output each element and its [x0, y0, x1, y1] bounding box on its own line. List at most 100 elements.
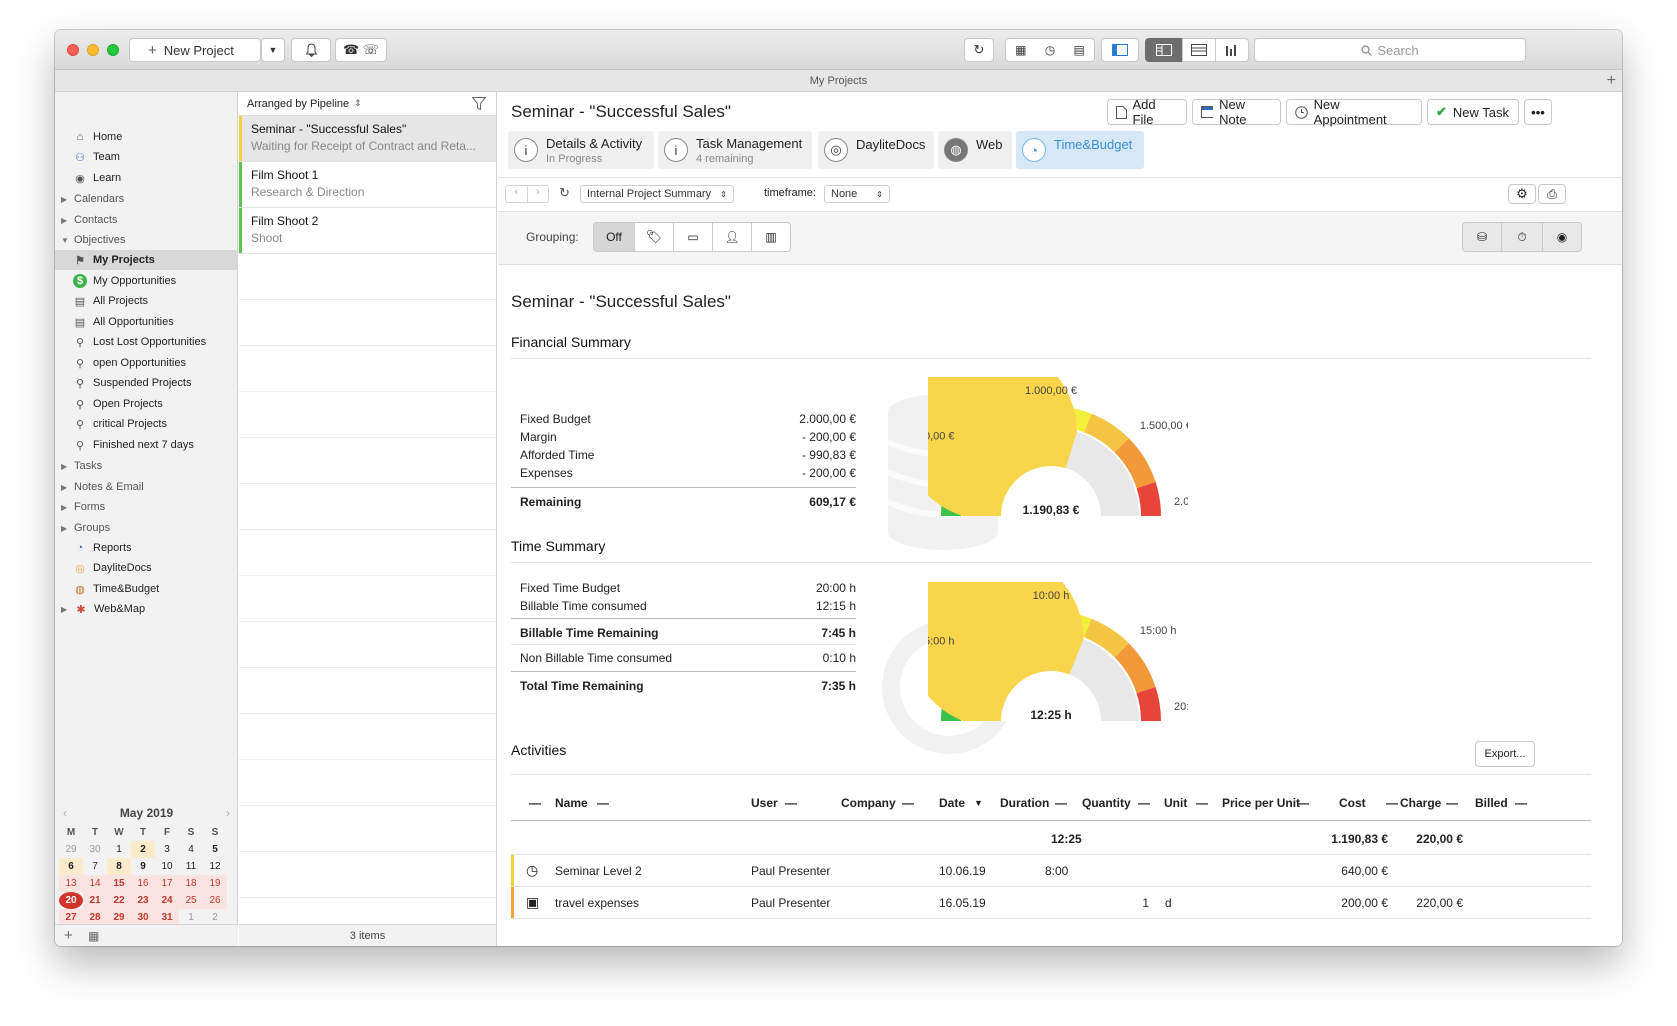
column-resize-handle-icon[interactable]: — [1138, 796, 1150, 810]
column-header[interactable]: Quantity [1082, 796, 1131, 810]
disclosure-closed-icon[interactable]: ▶ [61, 605, 69, 614]
reload-icon[interactable]: ↻ [559, 185, 570, 201]
column-resize-handle-icon[interactable]: — [1196, 796, 1208, 810]
tab-task-management[interactable]: i Task Management 4 remaining [658, 131, 812, 169]
sidebar-item-tasks[interactable]: ▶ Tasks [55, 456, 238, 476]
calendar-icon[interactable]: ▦ [1015, 43, 1026, 57]
disclosure-closed-icon[interactable]: ▶ [61, 483, 69, 492]
sidebar-item-contacts[interactable]: ▶ Contacts [55, 210, 238, 230]
tab-time-budget[interactable]: ◔ Time&Budget [1016, 131, 1144, 169]
column-header[interactable]: User [751, 796, 778, 810]
sidebar-item-all-opportunities[interactable]: ▤ All Opportunities [55, 312, 238, 332]
list-item[interactable]: Film Shoot 1 Research & Direction [239, 162, 496, 208]
column-resize-handle-icon[interactable]: — [1055, 796, 1067, 810]
column-header[interactable]: Duration [1000, 796, 1049, 810]
calendar-day[interactable]: 26 [203, 892, 227, 909]
disclosure-closed-icon[interactable]: ▶ [61, 462, 69, 471]
calendar-day[interactable]: 23 [131, 892, 155, 909]
docs-icon[interactable]: ▤ [1073, 43, 1084, 57]
calendar-day[interactable]: 8 [107, 858, 131, 875]
tab-daylitedocs[interactable]: ◎ DayliteDocs [818, 131, 934, 169]
sidebar-item-groups[interactable]: ▶ Groups [55, 518, 238, 538]
new-project-button[interactable]: + New Project [129, 38, 261, 62]
sidebar-item-web-map[interactable]: ▶ ✱ Web&Map [55, 599, 238, 619]
grouping-off-button[interactable]: Off [594, 223, 635, 251]
calendar-day[interactable]: 3 [155, 841, 179, 858]
sidebar-item-open-opportunities[interactable]: ⚲ open Opportunities [55, 353, 238, 373]
calendar-day[interactable]: 21 [83, 892, 107, 909]
search-field[interactable]: Search [1254, 38, 1526, 62]
tab-details-activity[interactable]: i Details & Activity In Progress [508, 131, 654, 169]
column-header[interactable]: Date [939, 796, 965, 810]
sidebar-item-finished-next-7-days[interactable]: ⚲ Finished next 7 days [55, 435, 238, 455]
calendar-day[interactable]: 6 [59, 858, 83, 875]
column-resize-handle-icon[interactable]: — [1297, 796, 1309, 810]
add-tab-icon[interactable]: + [1607, 70, 1616, 92]
calendar-day[interactable]: 12 [203, 858, 227, 875]
calendar-day[interactable]: 30 [83, 841, 107, 858]
list-item[interactable]: Film Shoot 2 Shoot [239, 208, 496, 254]
calendar-day[interactable]: 17 [155, 875, 179, 892]
sidebar-item-team[interactable]: ⚇ Team [55, 147, 238, 167]
calendar-prev-icon[interactable]: ‹ [63, 806, 67, 820]
calendar-day[interactable]: 15 [107, 875, 131, 892]
money-view-button[interactable]: ⛁ [1462, 222, 1502, 252]
disclosure-closed-icon[interactable]: ▶ [61, 503, 69, 512]
sync-button[interactable]: ↻ [964, 38, 994, 62]
sidebar-item-objectives[interactable]: ▼ Objectives [55, 230, 238, 250]
export-button[interactable]: Export... [1475, 741, 1535, 767]
calendar-day[interactable]: 9 [131, 858, 155, 875]
arranged-by-label[interactable]: Arranged by Pipeline [247, 98, 349, 110]
calendar-day[interactable]: 19 [203, 875, 227, 892]
time-view-button[interactable]: ⏱︎ [1501, 222, 1543, 252]
sort-descending-icon[interactable]: ▼ [974, 798, 983, 808]
sidebar-item-lost-lost-opportunities[interactable]: ⚲ Lost Lost Opportunities [55, 332, 238, 352]
forward-icon[interactable]: › [528, 186, 549, 202]
view-detail-button[interactable] [1145, 38, 1183, 62]
notifications-button[interactable] [291, 38, 331, 62]
column-resize-handle-icon[interactable]: — [1515, 796, 1527, 810]
column-header[interactable]: Unit [1164, 796, 1187, 810]
calendar-day[interactable]: 4 [179, 841, 203, 858]
add-icon[interactable]: + [64, 927, 73, 944]
sidebar-item-suspended-projects[interactable]: ⚲ Suspended Projects [55, 373, 238, 393]
disclosure-closed-icon[interactable]: ▶ [61, 195, 69, 204]
calendar-day[interactable]: 25 [179, 892, 203, 909]
calendar-day[interactable]: 1 [107, 841, 131, 858]
sidebar-item-my-projects[interactable]: ⚑ My Projects [55, 250, 238, 270]
disclosure-closed-icon[interactable]: ▶ [61, 524, 69, 533]
column-resize-handle-icon[interactable]: — [597, 796, 609, 810]
calendar-day[interactable]: 13 [59, 875, 83, 892]
calendar-day[interactable]: 5 [203, 841, 227, 858]
column-resize-handle-icon[interactable]: — [529, 796, 541, 810]
sidebar-item-calendars[interactable]: ▶ Calendars [55, 189, 238, 209]
calendar-day[interactable]: 11 [179, 858, 203, 875]
group-by-company-button[interactable]: ▥ [752, 223, 790, 251]
column-header[interactable]: Price per Unit [1222, 796, 1300, 810]
view-chart-button[interactable] [1215, 38, 1249, 62]
view-list-button[interactable] [1182, 38, 1216, 62]
back-icon[interactable]: ‹ [506, 186, 528, 202]
column-header[interactable]: Name [555, 796, 588, 810]
timeframe-select[interactable]: None ⇕ [824, 185, 890, 203]
sidebar-item-reports[interactable]: ◔ Reports [55, 538, 238, 558]
toggle-sidebar-button[interactable] [1101, 38, 1139, 62]
sidebar-item-forms[interactable]: ▶ Forms [55, 497, 238, 517]
settings-button[interactable]: ⚙ [1508, 184, 1536, 204]
column-header[interactable]: Charge [1400, 796, 1441, 810]
new-note-button[interactable]: New Note [1192, 97, 1281, 127]
group-by-tag-button[interactable]: 🏷︎ [635, 223, 674, 251]
calendar-next-icon[interactable]: › [226, 806, 230, 820]
calendar-day[interactable]: 24 [155, 892, 179, 909]
column-resize-handle-icon[interactable]: — [1446, 796, 1458, 810]
calendar-day[interactable]: 14 [83, 875, 107, 892]
report-select[interactable]: Internal Project Summary ⇕ [580, 185, 734, 203]
zoom-window-button[interactable] [107, 44, 119, 56]
calendar-day[interactable]: 7 [83, 858, 107, 875]
column-header[interactable]: Cost [1339, 796, 1366, 810]
calendar-toggle-icon[interactable]: ▦ [88, 929, 99, 943]
timer-icon[interactable]: ◷ [1045, 43, 1055, 57]
calendar-day[interactable]: 16 [131, 875, 155, 892]
add-file-button[interactable]: Add File [1107, 97, 1187, 127]
phone-button[interactable]: ☎︎ ☏ [335, 38, 387, 62]
